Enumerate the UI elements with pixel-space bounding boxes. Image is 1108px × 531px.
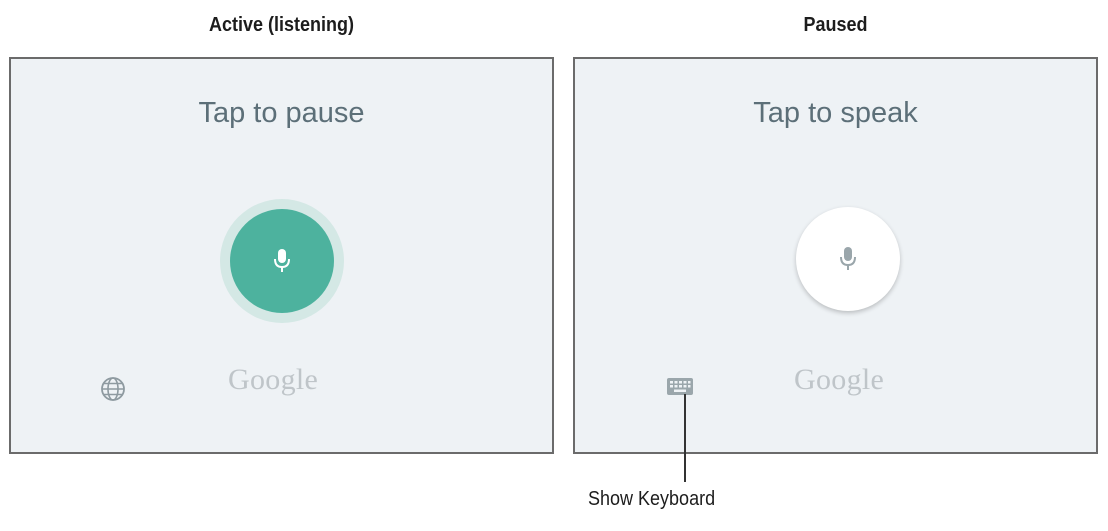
voice-input-panel-paused: Tap to speak Google <box>573 57 1098 454</box>
tap-to-pause-prompt: Tap to pause <box>198 97 365 129</box>
mic-listening-halo <box>220 199 344 323</box>
microphone-icon <box>840 247 856 270</box>
google-brand: Google <box>228 363 319 396</box>
tap-to-speak-prompt: Tap to speak <box>753 97 918 129</box>
voice-input-panel-active: Tap to pause Google <box>9 57 554 454</box>
paused-caption: Paused <box>803 14 868 36</box>
google-brand: Google <box>794 363 885 396</box>
globe-icon[interactable] <box>99 375 127 403</box>
microphone-icon <box>274 249 290 272</box>
keyboard-icon[interactable] <box>666 376 694 398</box>
show-keyboard-label: Show Keyboard <box>588 488 716 510</box>
active-caption: Active (listening) <box>208 14 355 36</box>
callout-line <box>684 394 686 482</box>
mic-button-paused[interactable] <box>796 207 900 311</box>
mic-button-active[interactable] <box>230 209 334 313</box>
